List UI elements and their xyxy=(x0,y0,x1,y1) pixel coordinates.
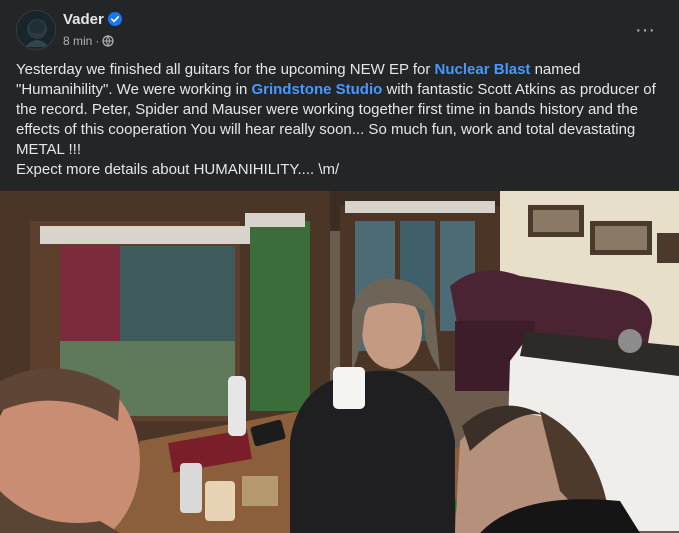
avatar-image xyxy=(17,11,55,49)
post-body: Yesterday we finished all guitars for th… xyxy=(16,60,656,180)
post-text-part: Yesterday we finished all guitars for th… xyxy=(16,61,435,78)
post-text-line: Expect more details about HUMANIHILITY..… xyxy=(16,161,340,178)
nuclear-blast-link[interactable]: Nuclear Blast xyxy=(435,61,531,78)
post-photo[interactable] xyxy=(0,191,679,533)
verified-badge-icon xyxy=(108,12,122,26)
globe-icon[interactable] xyxy=(102,35,114,47)
post-timestamp[interactable]: 8 min xyxy=(63,34,92,48)
more-options-icon[interactable]: ··· xyxy=(627,12,663,48)
meta-separator: · xyxy=(95,34,100,48)
author-avatar[interactable] xyxy=(16,10,56,50)
post-header: Vader 8 min · ··· xyxy=(0,0,679,56)
author-name[interactable]: Vader xyxy=(63,11,104,28)
grindstone-studio-link[interactable]: Grindstone Studio xyxy=(251,81,382,98)
post-meta: 8 min · xyxy=(63,34,114,48)
studio-selfie-image xyxy=(0,191,679,533)
